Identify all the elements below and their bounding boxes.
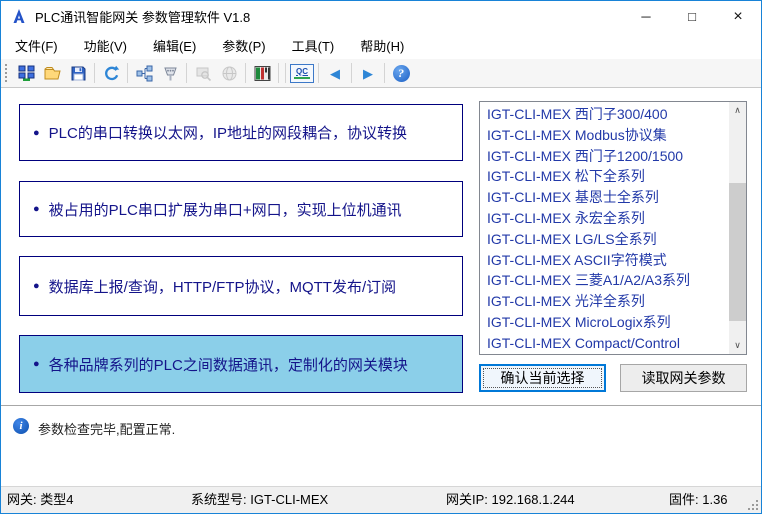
- statusbar-firmware: 固件: 1.36: [669, 487, 728, 513]
- app-icon: [10, 8, 28, 25]
- model-listbox: IGT-CLI-MEX 西门子300/400 IGT-CLI-MEX Modbu…: [479, 101, 747, 355]
- menu-function[interactable]: 功能(V): [71, 32, 140, 59]
- menu-edit[interactable]: 编辑(E): [140, 32, 209, 59]
- toolbar-separator: [186, 63, 187, 83]
- toolbar-grip[interactable]: [5, 64, 9, 82]
- save-icon[interactable]: [65, 61, 91, 85]
- list-scrollbar[interactable]: ∧ ∨: [729, 102, 746, 354]
- toolbar-separator: [384, 63, 385, 83]
- toolbar-separator: [285, 63, 286, 83]
- window-controls: ─ □ ×: [623, 1, 761, 32]
- list-item[interactable]: IGT-CLI-MEX 松下全系列: [481, 166, 728, 187]
- list-item[interactable]: IGT-CLI-MEX 三菱A1/A2/A3系列: [481, 270, 728, 291]
- statusbar: 网关: 类型4 系统型号: IGT-CLI-MEX 网关IP: 192.168.…: [1, 486, 761, 513]
- list-item[interactable]: IGT-CLI-MEX 基恩士全系列: [481, 187, 728, 208]
- statusbar-gateway-type: 网关: 类型4: [7, 487, 73, 513]
- refresh-icon[interactable]: [98, 61, 124, 85]
- list-item[interactable]: IGT-CLI-MEX 光洋全系列: [481, 291, 728, 312]
- model-list: IGT-CLI-MEX 西门子300/400 IGT-CLI-MEX Modbu…: [481, 104, 728, 354]
- list-item[interactable]: IGT-CLI-MEX 西门子300/400: [481, 104, 728, 125]
- close-button[interactable]: ×: [715, 1, 761, 32]
- qc-icon-base: [294, 77, 310, 79]
- menu-help[interactable]: 帮助(H): [347, 32, 417, 59]
- menubar: 文件(F) 功能(V) 编辑(E) 参数(P) 工具(T) 帮助(H): [1, 32, 761, 59]
- list-item[interactable]: IGT-CLI-MEX ASCII字符模式: [481, 250, 728, 271]
- toolbar-separator: [278, 63, 279, 83]
- menu-parameter[interactable]: 参数(P): [209, 32, 278, 59]
- feature-text: 被占用的PLC串口扩展为串口+网口，实现上位机通讯: [49, 199, 402, 220]
- feature-text: 各种品牌系列的PLC之间数据通讯，定制化的网关模块: [49, 354, 408, 375]
- list-item[interactable]: IGT-CLI-MEX LG/LS全系列: [481, 229, 728, 250]
- list-item[interactable]: IGT-CLI-MEX Compact/Control: [481, 333, 728, 354]
- toolbar: QC ◀ ▶ ?: [1, 59, 761, 88]
- maximize-button[interactable]: □: [669, 1, 715, 32]
- toolbar-separator: [318, 63, 319, 83]
- plc-module-icon[interactable]: [249, 61, 275, 85]
- message-panel: i 参数检查完毕,配置正常.: [1, 407, 761, 486]
- back-icon[interactable]: ◀: [322, 61, 348, 85]
- bullet-icon: ●: [33, 358, 40, 370]
- feature-text: PLC的串口转换以太网，IP地址的网段耦合，协议转换: [49, 122, 407, 143]
- qc-icon[interactable]: QC: [289, 61, 315, 85]
- statusbar-system-model: 系统型号: IGT-CLI-MEX: [191, 487, 328, 513]
- toolbar-separator: [127, 63, 128, 83]
- feature-box-port-expansion[interactable]: ● 被占用的PLC串口扩展为串口+网口，实现上位机通讯: [19, 181, 463, 237]
- window: PLC通讯智能网关 参数管理软件 V1.8 ─ □ × 文件(F) 功能(V) …: [0, 0, 762, 514]
- network-icon[interactable]: [13, 61, 39, 85]
- scroll-down-icon[interactable]: ∨: [729, 337, 746, 354]
- open-folder-icon[interactable]: [39, 61, 65, 85]
- feature-box-serial-to-ethernet[interactable]: ● PLC的串口转换以太网，IP地址的网段耦合，协议转换: [19, 104, 463, 161]
- resize-grip-icon[interactable]: [756, 508, 758, 510]
- confirm-selection-button[interactable]: 确认当前选择: [479, 364, 606, 392]
- toolbar-separator: [94, 63, 95, 83]
- list-item[interactable]: IGT-CLI-MEX 西门子1200/1500: [481, 146, 728, 167]
- serial-plug-icon[interactable]: [157, 61, 183, 85]
- titlebar: PLC通讯智能网关 参数管理软件 V1.8 ─ □ ×: [1, 1, 761, 32]
- statusbar-gateway-ip: 网关IP: 192.168.1.244: [446, 487, 575, 513]
- scrollbar-thumb[interactable]: [729, 183, 746, 321]
- scroll-up-icon[interactable]: ∧: [729, 102, 746, 119]
- qc-icon-frame: QC: [290, 64, 314, 83]
- toolbar-separator: [245, 63, 246, 83]
- list-item[interactable]: IGT-CLI-MEX Modbus协议集: [481, 125, 728, 146]
- list-item[interactable]: IGT-CLI-MEX 永宏全系列: [481, 208, 728, 229]
- qc-icon-label: QC: [296, 68, 308, 76]
- read-gateway-params-button[interactable]: 读取网关参数: [620, 364, 747, 392]
- feature-box-database-mqtt[interactable]: ● 数据库上报/查询，HTTP/FTP协议，MQTT发布/订阅: [19, 256, 463, 316]
- device-search-icon[interactable]: [190, 61, 216, 85]
- help-icon[interactable]: ?: [388, 61, 414, 85]
- bullet-icon: ●: [33, 280, 40, 292]
- bullet-icon: ●: [33, 127, 40, 139]
- forward-icon[interactable]: ▶: [355, 61, 381, 85]
- menu-tools[interactable]: 工具(T): [279, 32, 348, 59]
- bullet-icon: ●: [33, 203, 40, 215]
- feature-text: 数据库上报/查询，HTTP/FTP协议，MQTT发布/订阅: [49, 276, 397, 297]
- globe-icon[interactable]: [216, 61, 242, 85]
- window-title: PLC通讯智能网关 参数管理软件 V1.8: [35, 7, 250, 26]
- minimize-button[interactable]: ─: [623, 1, 669, 32]
- list-item[interactable]: IGT-CLI-MEX MicroLogix系列: [481, 312, 728, 333]
- info-icon: i: [13, 418, 29, 434]
- status-message: 参数检查完毕,配置正常.: [38, 419, 175, 438]
- toolbar-separator: [351, 63, 352, 83]
- menu-file[interactable]: 文件(F): [2, 32, 71, 59]
- topology-icon[interactable]: [131, 61, 157, 85]
- feature-box-plc-to-plc-highlighted[interactable]: ● 各种品牌系列的PLC之间数据通讯，定制化的网关模块: [19, 335, 463, 393]
